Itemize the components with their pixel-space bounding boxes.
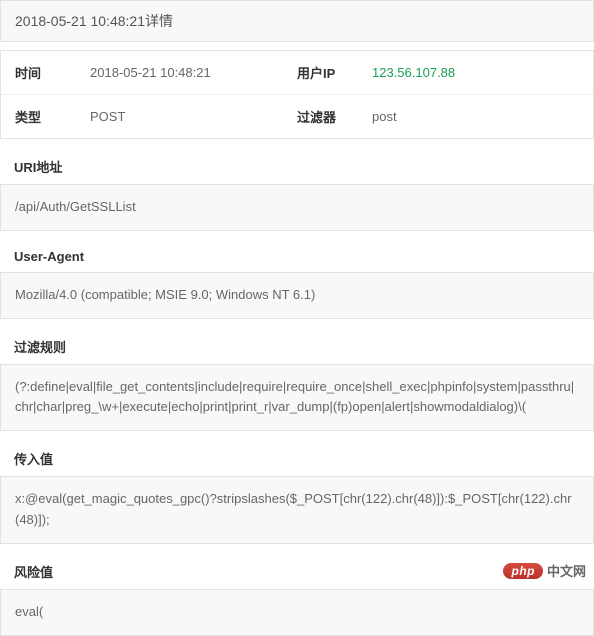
uri-section: URI地址 /api/Auth/GetSSLList: [0, 147, 594, 231]
rule-value: (?:define|eval|file_get_contents|include…: [0, 364, 594, 432]
input-label: 传入值: [0, 439, 594, 476]
input-value: x:@eval(get_magic_quotes_gpc()?stripslas…: [0, 476, 594, 544]
rule-label: 过滤规则: [0, 327, 594, 364]
time-label: 时间: [15, 63, 90, 82]
risk-section: 风险值 eval(: [0, 552, 594, 636]
filter-label: 过滤器: [297, 107, 372, 126]
page-title: 2018-05-21 10:48:21详情: [0, 0, 594, 42]
info-row-1: 时间 2018-05-21 10:48:21 用户IP 123.56.107.8…: [1, 51, 593, 95]
risk-label: 风险值: [0, 552, 594, 589]
info-row-2: 类型 POST 过滤器 post: [1, 95, 593, 138]
input-section: 传入值 x:@eval(get_magic_quotes_gpc()?strip…: [0, 439, 594, 544]
type-value: POST: [90, 109, 297, 124]
time-value: 2018-05-21 10:48:21: [90, 65, 297, 80]
type-label: 类型: [15, 107, 90, 126]
ip-value[interactable]: 123.56.107.88: [372, 65, 579, 80]
ip-label: 用户IP: [297, 63, 372, 82]
filter-value: post: [372, 109, 579, 124]
rule-section: 过滤规则 (?:define|eval|file_get_contents|in…: [0, 327, 594, 432]
uri-value: /api/Auth/GetSSLList: [0, 184, 594, 231]
ua-label: User-Agent: [0, 239, 594, 272]
risk-value: eval(: [0, 589, 594, 636]
uri-label: URI地址: [0, 147, 594, 184]
ua-section: User-Agent Mozilla/4.0 (compatible; MSIE…: [0, 239, 594, 319]
info-panel: 时间 2018-05-21 10:48:21 用户IP 123.56.107.8…: [0, 50, 594, 139]
ua-value: Mozilla/4.0 (compatible; MSIE 9.0; Windo…: [0, 272, 594, 319]
